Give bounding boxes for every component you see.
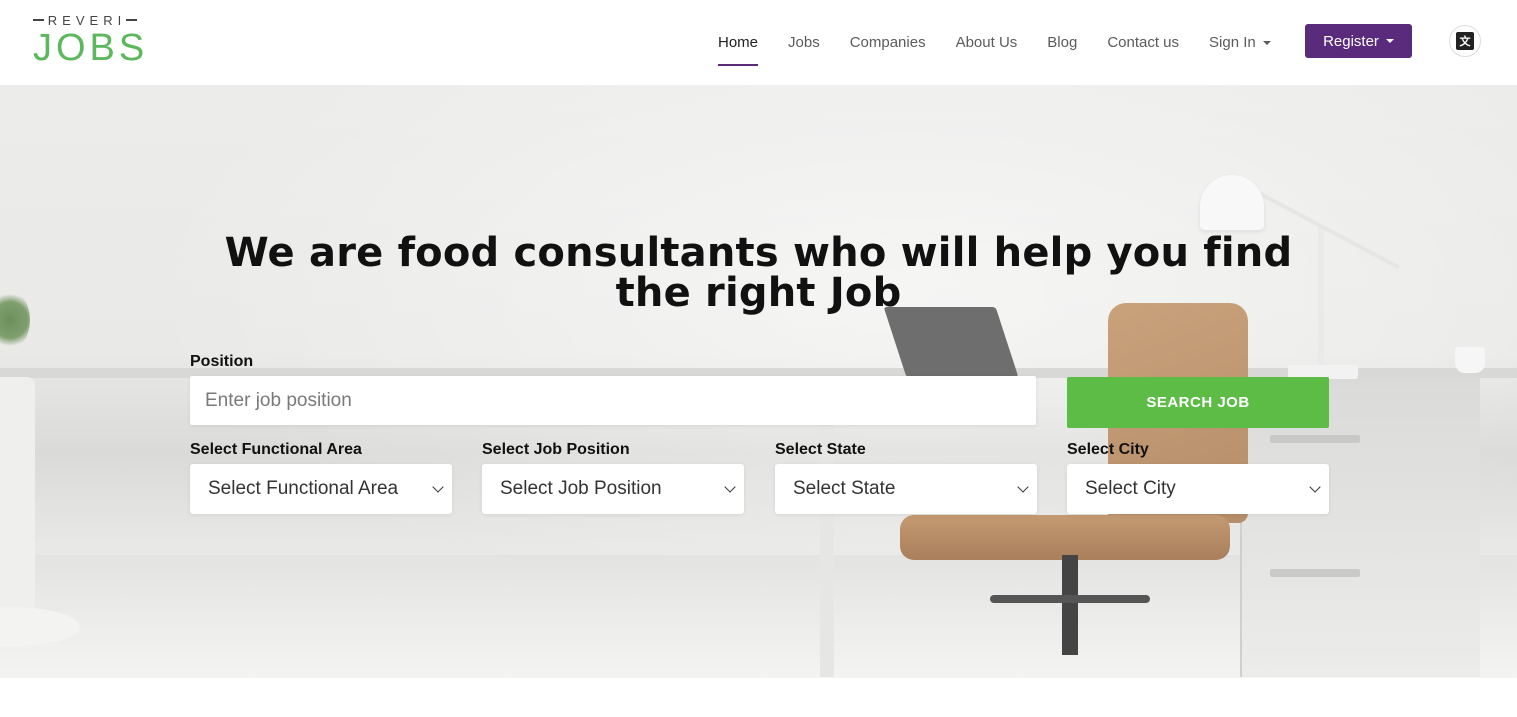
background-lamp-pole [1318,225,1324,375]
city-label: Select City [1067,441,1149,458]
chevron-down-icon [1017,481,1029,493]
chevron-down-icon [1309,481,1321,493]
nav-item-label: Companies [849,34,926,51]
side-table-stem [0,377,35,627]
functional-area-select-value: Select Functional Area [208,478,399,499]
translate-icon[interactable]: 文 [1449,25,1481,57]
nav-item-about-us[interactable]: About Us [956,0,1018,85]
chevron-down-icon [724,481,736,493]
chevron-down-icon [432,481,444,493]
nav-item-label: Sign In [1209,34,1256,51]
main-nav: Home Jobs Companies About Us Blog Contac… [718,0,1301,85]
functional-area-select[interactable]: Select Functional Area [190,464,452,514]
job-position-label: Select Job Position [482,441,630,458]
nav-item-label: Contact us [1107,34,1180,51]
side-table-base [0,607,80,647]
logo-dash-right [126,19,137,21]
translate-glyph-icon: 文 [1456,32,1474,50]
position-label: Position [190,353,254,370]
background-cup [1455,347,1485,373]
nav-item-home[interactable]: Home [718,0,759,85]
state-select-value: Select State [793,478,896,499]
nav-item-label: Home [718,34,759,51]
caret-down-icon [1385,39,1394,43]
position-input[interactable]: Enter job position [190,376,1036,425]
state-select[interactable]: Select State [775,464,1037,514]
background-lamp-head [1200,175,1264,230]
position-input-placeholder: Enter job position [205,389,352,411]
background-drawer-handle [1270,569,1360,577]
nav-item-sign-in[interactable]: Sign In [1209,0,1271,85]
logo-main-text: JOBS [33,27,149,69]
nav-item-label: About Us [955,34,1018,51]
register-button[interactable]: Register [1305,24,1412,58]
background-drawer-handle [1270,435,1360,443]
register-button-label: Register [1323,32,1379,50]
job-position-select[interactable]: Select Job Position [482,464,744,514]
site-header: REVERI JOBS Home Jobs Companies About Us… [0,0,1517,85]
background-chair-seat [900,515,1230,560]
logo-dash-left [33,19,44,21]
nav-item-label: Blog [1047,34,1078,51]
background-chair-stem [1062,555,1078,655]
background-chair-base [990,595,1150,603]
city-select-value: Select City [1085,478,1176,499]
hero-title: We are food consultants who will help yo… [224,230,1293,316]
job-position-select-value: Select Job Position [500,478,662,499]
background-side-table [0,367,80,677]
reveri-jobs-logo[interactable]: REVERI JOBS [33,12,144,70]
search-job-button[interactable]: SEARCH JOB [1067,377,1329,428]
hero-section: We are food consultants who will help yo… [0,85,1517,678]
state-label: Select State [775,441,866,458]
nav-item-label: Jobs [788,34,820,51]
nav-item-blog[interactable]: Blog [1047,0,1077,85]
nav-item-jobs[interactable]: Jobs [788,0,820,85]
caret-down-icon [1262,40,1271,45]
nav-item-contact-us[interactable]: Contact us [1107,0,1179,85]
functional-area-label: Select Functional Area [190,441,362,458]
city-select[interactable]: Select City [1067,464,1329,514]
nav-item-companies[interactable]: Companies [850,0,926,85]
background-laptop [883,307,1019,377]
